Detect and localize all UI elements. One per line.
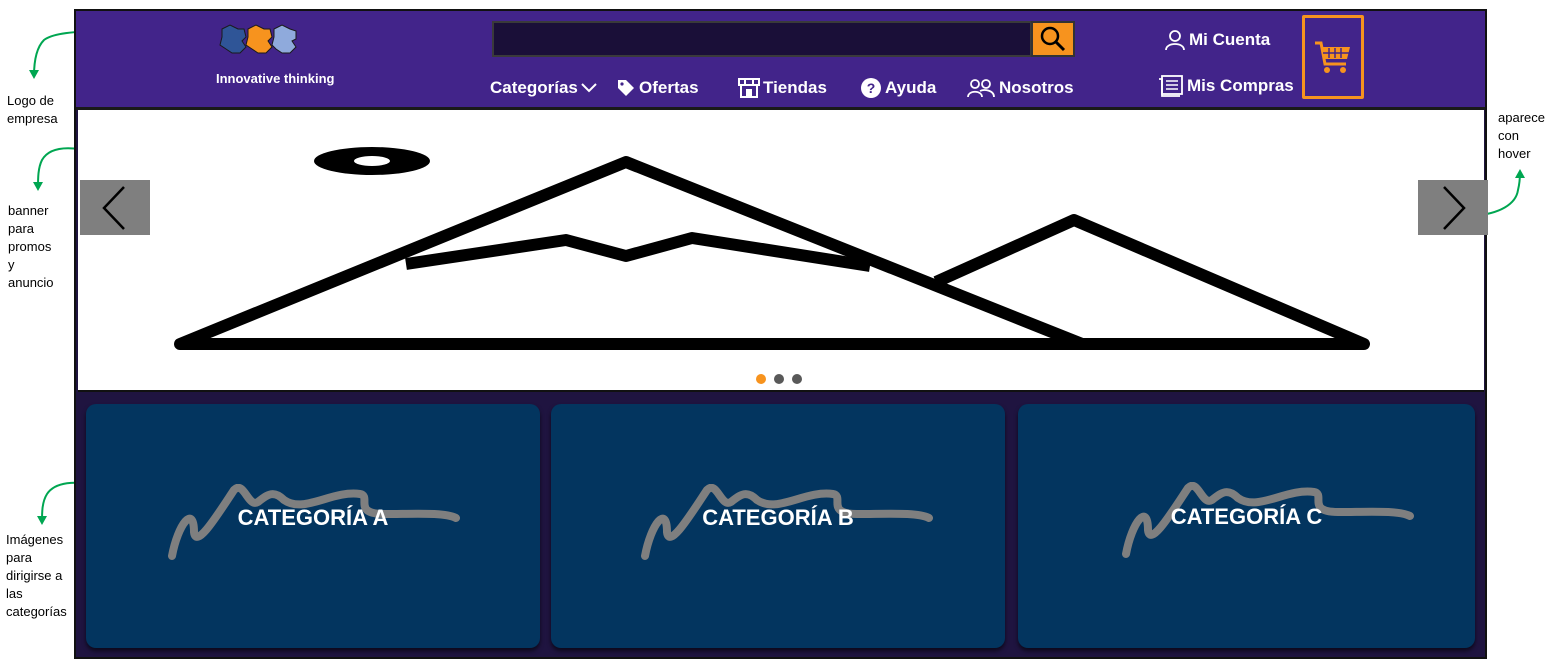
my-account-label: Mi Cuenta <box>1189 30 1271 49</box>
my-purchases-label: Mis Compras <box>1187 76 1294 95</box>
search-icon <box>1040 26 1066 52</box>
nav-tiendas[interactable]: Tiendas <box>738 77 827 99</box>
search-input[interactable] <box>492 21 1032 57</box>
svg-text:?: ? <box>867 80 876 96</box>
banner-dot-1[interactable] <box>756 374 766 384</box>
logo-text: Innovative thinking <box>216 71 335 86</box>
chevron-right-icon <box>1443 185 1466 230</box>
cart-button[interactable] <box>1302 15 1364 99</box>
receipt-icon <box>1159 75 1183 97</box>
my-purchases-link[interactable]: Mis Compras <box>1158 75 1294 97</box>
category-card-b[interactable]: CATEGORÍA B <box>551 404 1005 648</box>
category-label: CATEGORÍA A <box>237 505 389 530</box>
storefront-mockup: Innovative thinking Categorías Ofertas T… <box>74 9 1488 659</box>
user-icon <box>1165 30 1185 51</box>
banner-dot-2[interactable] <box>774 374 784 384</box>
nav-nosotros[interactable]: Nosotros <box>966 77 1074 99</box>
annotation-logo: Logo de empresa <box>7 93 58 126</box>
promo-banner[interactable] <box>78 110 1488 392</box>
chevron-down-icon <box>581 83 597 93</box>
nav-ofertas-label: Ofertas <box>639 78 699 97</box>
category-label: CATEGORÍA C <box>1170 504 1323 529</box>
users-icon <box>967 79 995 98</box>
cart-icon <box>1315 41 1350 73</box>
my-account-link[interactable]: Mi Cuenta <box>1164 29 1270 51</box>
category-label: CATEGORÍA B <box>702 505 854 530</box>
store-icon <box>738 78 760 98</box>
nav-categorias[interactable]: Categorías <box>490 77 601 99</box>
help-icon: ? <box>861 78 881 98</box>
chevron-left-icon <box>102 185 125 230</box>
category-card-a[interactable]: CATEGORÍA A <box>86 404 540 648</box>
banner-pagination <box>756 374 802 384</box>
nav-tiendas-label: Tiendas <box>763 78 827 97</box>
banner-next-button[interactable] <box>1418 180 1488 235</box>
nav-nosotros-label: Nosotros <box>999 78 1074 97</box>
logo-icon <box>219 24 297 54</box>
tag-icon <box>618 80 634 96</box>
category-card-c[interactable]: CATEGORÍA C <box>1018 404 1475 648</box>
nav-ayuda[interactable]: ? Ayuda <box>860 77 936 99</box>
nav-categorias-label: Categorías <box>490 78 578 97</box>
banner-prev-button[interactable] <box>80 180 150 235</box>
nav-ayuda-label: Ayuda <box>885 78 937 97</box>
image-placeholder-icon <box>174 147 1370 350</box>
nav-ofertas[interactable]: Ofertas <box>616 77 699 99</box>
company-logo[interactable]: Innovative thinking <box>216 23 336 93</box>
annotation-categories: Imágenes para dirigirse a las categorías <box>6 532 67 619</box>
search-button[interactable] <box>1031 21 1075 57</box>
annotation-banner: banner para promos y anuncio <box>8 203 54 290</box>
banner-dot-3[interactable] <box>792 374 802 384</box>
header: Innovative thinking Categorías Ofertas T… <box>76 11 1485 110</box>
annotation-hover: aparece con hover <box>1498 110 1545 161</box>
